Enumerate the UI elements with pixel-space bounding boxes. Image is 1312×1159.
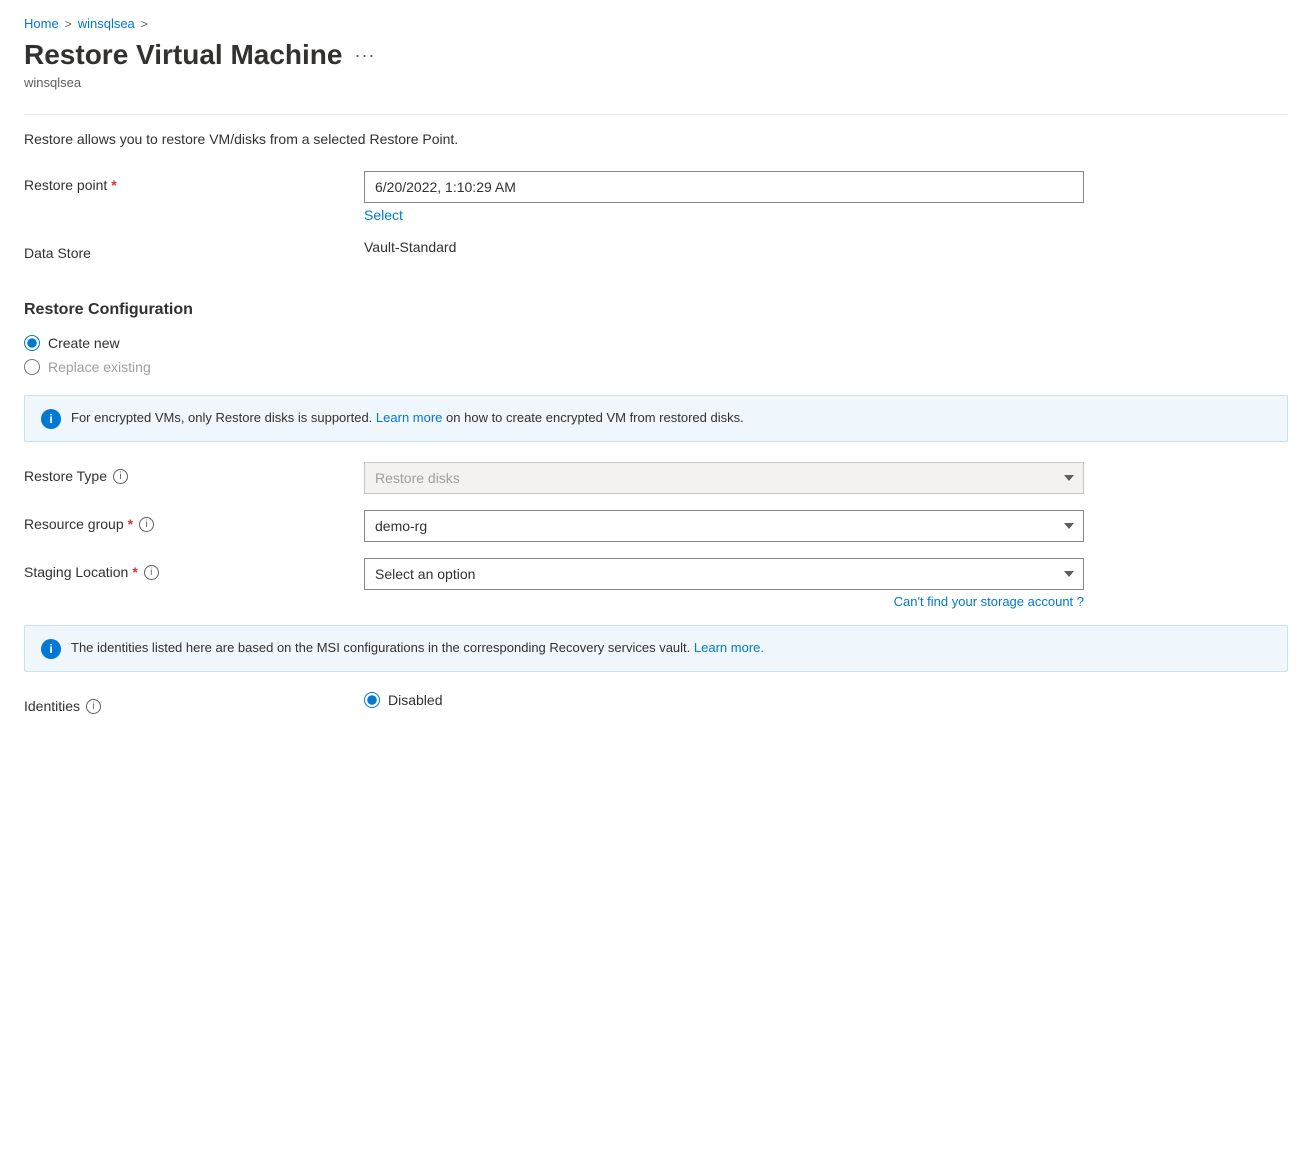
breadcrumb-separator-1: > [65,17,72,31]
restore-type-row: Restore Type i Restore disks [24,462,1288,494]
restore-type-dropdown-wrapper: Restore disks [364,462,1084,494]
breadcrumb: Home > winsqlsea > [24,16,1288,31]
learn-more-identities-link[interactable]: Learn more. [694,640,764,655]
restore-point-input[interactable] [364,171,1084,203]
resource-group-dropdown[interactable]: demo-rg [364,510,1084,542]
staging-location-required: * [132,564,137,580]
data-store-row: Data Store Vault-Standard [24,239,1288,261]
identities-disabled-label: Disabled [388,692,442,708]
breadcrumb-home[interactable]: Home [24,16,59,31]
staging-location-label: Staging Location * i [24,558,364,580]
page-title: Restore Virtual Machine [24,39,342,71]
learn-more-encrypted-link[interactable]: Learn more [376,410,442,425]
staging-location-dropdown-wrapper: Select an option [364,558,1084,590]
restore-type-dropdown[interactable]: Restore disks [364,462,1084,494]
restore-point-control: Select [364,171,1084,223]
restore-type-info-icon: i [113,469,128,484]
restore-point-label: Restore point * [24,171,364,193]
replace-existing-label: Replace existing [48,359,151,375]
identities-control: Disabled [364,692,1084,708]
data-store-control: Vault-Standard [364,239,1084,255]
create-new-label: Create new [48,335,120,351]
form-section: Restore point * Select Data Store Vault-… [24,171,1288,714]
resource-group-control: demo-rg [364,510,1084,542]
identities-info-text: The identities listed here are based on … [71,638,764,658]
page-subtitle: winsqlsea [24,75,1288,90]
breadcrumb-separator-2: > [141,17,148,31]
restore-configuration-section: Restore Configuration Create new Replace… [24,301,1288,375]
resource-group-label: Resource group * i [24,510,364,532]
restore-configuration-title: Restore Configuration [24,301,1288,319]
data-store-label: Data Store [24,239,364,261]
restore-type-label: Restore Type i [24,462,364,484]
select-restore-point-link[interactable]: Select [364,207,1084,223]
info-icon-1: i [41,409,61,429]
page-description: Restore allows you to restore VM/disks f… [24,131,1288,147]
restore-point-required: * [111,177,116,193]
more-options-icon[interactable]: ··· [354,45,375,66]
identities-row: Identities i Disabled [24,692,1288,714]
data-store-value: Vault-Standard [364,233,456,255]
breadcrumb-vm[interactable]: winsqlsea [78,16,135,31]
resource-group-row: Resource group * i demo-rg [24,510,1288,542]
restore-point-row: Restore point * Select [24,171,1288,223]
restore-configuration-radio-group: Create new Replace existing [24,335,1288,375]
staging-location-dropdown[interactable]: Select an option [364,558,1084,590]
header-divider [24,114,1288,115]
staging-location-info-icon: i [144,565,159,580]
page-header: Restore Virtual Machine ··· [24,39,1288,71]
resource-group-dropdown-wrapper: demo-rg [364,510,1084,542]
staging-location-control: Select an option Can't find your storage… [364,558,1084,609]
replace-existing-radio[interactable] [24,359,40,375]
page-container: Home > winsqlsea > Restore Virtual Machi… [0,0,1312,770]
identities-info-icon: i [86,699,101,714]
info-icon-2: i [41,639,61,659]
restore-type-control: Restore disks [364,462,1084,494]
identities-disabled-radio[interactable] [364,692,380,708]
identities-disabled-option[interactable]: Disabled [364,692,1084,708]
encrypted-vm-info-text: For encrypted VMs, only Restore disks is… [71,408,744,428]
resource-group-info-icon: i [139,517,154,532]
staging-location-row: Staging Location * i Select an option Ca… [24,558,1288,609]
resource-group-required: * [128,516,133,532]
replace-existing-option[interactable]: Replace existing [24,359,1288,375]
cant-find-storage-link[interactable]: Can't find your storage account ? [364,594,1084,609]
identities-info-banner: i The identities listed here are based o… [24,625,1288,672]
create-new-option[interactable]: Create new [24,335,1288,351]
create-new-radio[interactable] [24,335,40,351]
identities-label: Identities i [24,692,364,714]
encrypted-vm-info-banner: i For encrypted VMs, only Restore disks … [24,395,1288,442]
